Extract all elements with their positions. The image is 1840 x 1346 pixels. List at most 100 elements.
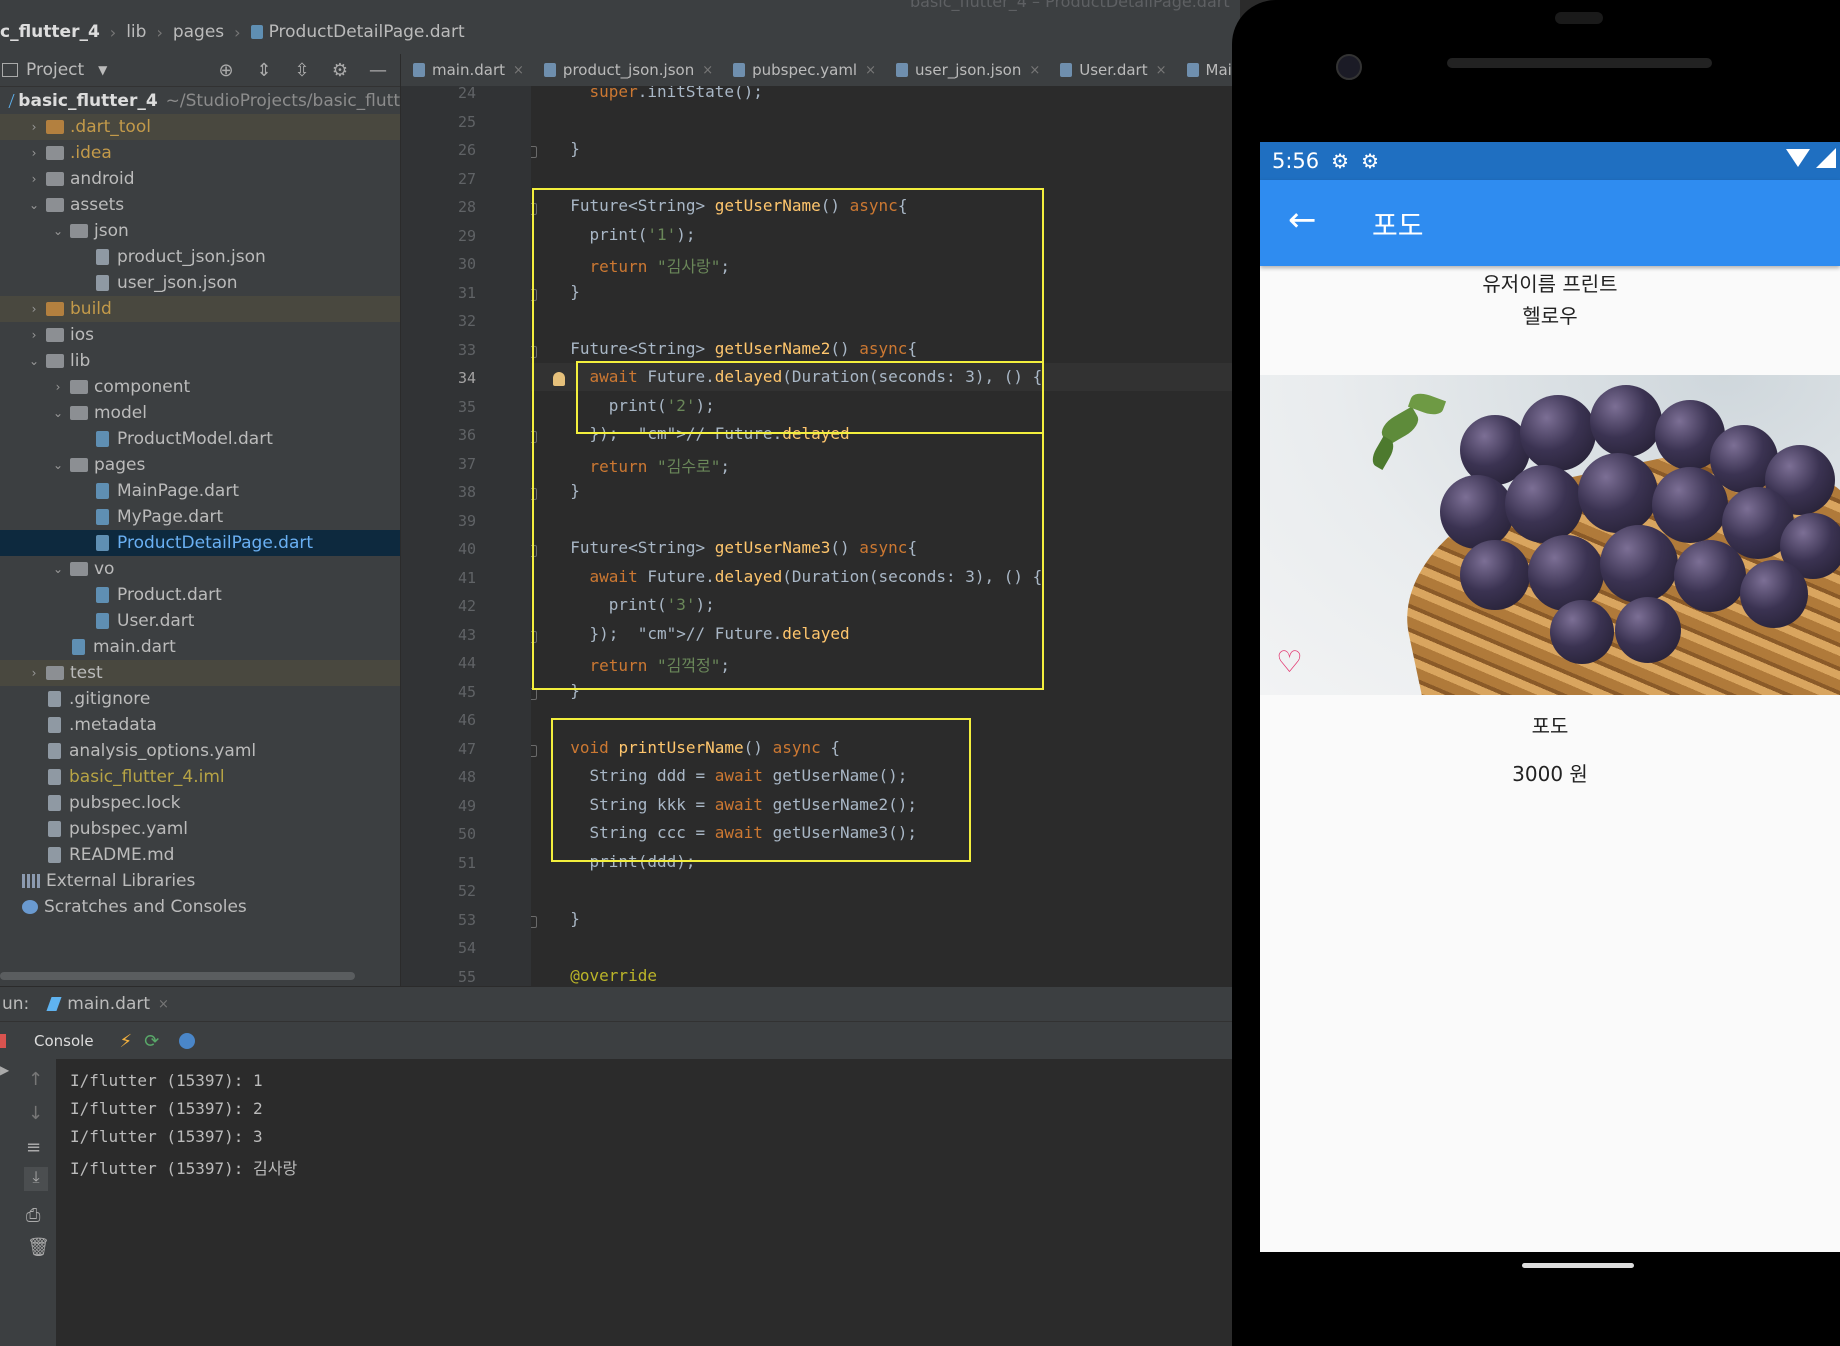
chevron-down-icon[interactable]: ⌄ [52, 224, 64, 238]
devtools-icon[interactable] [179, 1033, 196, 1049]
expand-all-icon[interactable]: ⇕ [252, 58, 276, 82]
tree-item[interactable]: ⌄ model [0, 400, 400, 426]
chevron-right-icon[interactable]: › [28, 172, 40, 186]
tree-item[interactable]: Scratches and Consoles [0, 894, 400, 920]
code-editor[interactable]: super.initState(); } Future<String> getU… [531, 86, 1240, 986]
chevron-right-icon[interactable]: › [28, 146, 40, 160]
tree-item[interactable]: basic_flutter_4.iml [0, 764, 400, 790]
line-number: 24 [457, 84, 476, 102]
breadcrumb-lib[interactable]: lib [126, 22, 146, 42]
chevron-right-icon[interactable]: › [28, 120, 40, 134]
chevron-right-icon[interactable]: › [28, 302, 40, 316]
fold-marker-icon[interactable] [531, 744, 537, 757]
home-indicator[interactable] [1522, 1263, 1634, 1268]
close-icon[interactable]: × [702, 63, 713, 78]
tree-item[interactable]: › build [0, 296, 400, 322]
hot-restart-icon[interactable]: ⟳ [144, 1031, 159, 1052]
close-icon[interactable]: × [158, 997, 169, 1012]
tree-item[interactable]: External Libraries [0, 868, 400, 894]
tree-item[interactable]: README.md [0, 842, 400, 868]
tree-item[interactable]: main.dart [0, 634, 400, 660]
tree-item[interactable]: ProductModel.dart [0, 426, 400, 452]
app-bar-title: 포도 [1372, 209, 1424, 242]
chevron-down-icon[interactable]: ⌄ [52, 562, 64, 576]
code-line: } [551, 139, 580, 158]
gear-icon[interactable]: ⚙ [328, 58, 352, 82]
tree-item[interactable]: ProductDetailPage.dart [0, 530, 400, 556]
tree-item[interactable]: ⌄ pages [0, 452, 400, 478]
heart-icon[interactable]: ♡ [1276, 647, 1308, 679]
tree-item[interactable]: › test [0, 660, 400, 686]
chevron-right-icon[interactable]: › [28, 666, 40, 680]
scroll-up-icon[interactable]: ↑ [28, 1069, 43, 1090]
tree-item[interactable]: .metadata [0, 712, 400, 738]
print-icon[interactable]: ⎙ [26, 1205, 40, 1226]
tree-item[interactable]: basic_flutter_4 ~/StudioProjects/basic_fl… [0, 88, 400, 114]
close-icon[interactable]: × [865, 63, 876, 78]
editor-tab[interactable]: main.dart × [401, 61, 532, 79]
console-output[interactable]: I/flutter (15397): 1 I/flutter (15397): … [56, 1059, 1240, 1346]
trash-icon[interactable]: 🗑 [27, 1237, 50, 1258]
chevron-down-icon[interactable]: ⌄ [28, 198, 40, 212]
chevron-down-icon[interactable]: ⌄ [28, 354, 40, 368]
back-arrow-icon[interactable]: ← [1288, 200, 1317, 240]
close-icon[interactable]: × [1029, 63, 1040, 78]
editor-tab[interactable]: MainP [1175, 61, 1240, 79]
chevron-down-icon[interactable]: ⌄ [52, 458, 64, 472]
editor-tab[interactable]: User.dart × [1048, 61, 1174, 79]
tree-item[interactable]: ⌄ lib [0, 348, 400, 374]
product-price: 3000 원 [1512, 762, 1588, 786]
stop-icon[interactable] [0, 1034, 6, 1048]
soft-wrap-icon[interactable]: ≡ [26, 1137, 41, 1158]
editor-tab-label: product_json.json [562, 61, 695, 79]
close-icon[interactable]: × [513, 63, 524, 78]
scroll-down-icon[interactable]: ↓ [28, 1103, 43, 1124]
chevron-right-icon[interactable]: › [28, 328, 40, 342]
tree-item[interactable]: ⌄ json [0, 218, 400, 244]
editor-tab[interactable]: product_json.json × [532, 61, 721, 79]
editor-tab[interactable]: user_json.json × [884, 61, 1048, 79]
fold-marker-icon[interactable] [531, 146, 537, 158]
tree-item[interactable]: product_json.json [0, 244, 400, 270]
tree-item[interactable]: ⌄ assets [0, 192, 400, 218]
tree-item[interactable]: › .idea [0, 140, 400, 166]
tree-item-label: ProductDetailPage.dart [117, 533, 314, 553]
chevron-right-icon[interactable]: › [52, 380, 64, 394]
console-tab[interactable]: Console [34, 1032, 94, 1050]
tree-item[interactable]: MainPage.dart [0, 478, 400, 504]
console-line: I/flutter (15397): 2 [70, 1099, 263, 1118]
tree-item[interactable]: user_json.json [0, 270, 400, 296]
tree-item[interactable]: .gitignore [0, 686, 400, 712]
tree-item[interactable]: › android [0, 166, 400, 192]
file-icon [48, 691, 61, 707]
tree-item[interactable]: ⌄ vo [0, 556, 400, 582]
project-view-selector[interactable]: Project ▼ [2, 60, 107, 80]
hide-icon[interactable]: — [366, 58, 390, 82]
close-icon[interactable]: × [1156, 63, 1167, 78]
line-number: 40 [457, 540, 476, 558]
tree-item[interactable]: › component [0, 374, 400, 400]
header-line-2: 헬로우 [1522, 304, 1578, 328]
breadcrumb-file[interactable]: ProductDetailPage.dart [269, 22, 465, 42]
tree-item[interactable]: Product.dart [0, 582, 400, 608]
tree-item[interactable]: › ios [0, 322, 400, 348]
tree-item[interactable]: User.dart [0, 608, 400, 634]
breadcrumb-pages[interactable]: pages [173, 22, 224, 42]
fold-marker-icon[interactable] [531, 915, 537, 928]
hot-reload-icon[interactable]: ⚡ [120, 1031, 133, 1052]
chevron-down-icon[interactable]: ⌄ [52, 406, 64, 420]
breadcrumb-project[interactable]: c_flutter_4 [0, 22, 100, 42]
tree-item[interactable]: pubspec.lock [0, 790, 400, 816]
tree-item[interactable]: MyPage.dart [0, 504, 400, 530]
tree-item[interactable]: analysis_options.yaml [0, 738, 400, 764]
editor-tab[interactable]: pubspec.yaml × [721, 61, 884, 79]
run-tab-main[interactable]: main.dart × [46, 994, 169, 1014]
tree-item[interactable]: pubspec.yaml [0, 816, 400, 842]
tree-item[interactable]: › .dart_tool [0, 114, 400, 140]
collapse-all-icon[interactable]: ⇳ [290, 58, 314, 82]
scroll-to-end-icon[interactable]: ⤓ [24, 1167, 48, 1191]
tree-item-label: ProductModel.dart [117, 429, 273, 449]
folder-icon [46, 354, 64, 368]
locate-icon[interactable]: ⊕ [214, 58, 238, 82]
horizontal-scrollbar[interactable] [0, 972, 355, 980]
